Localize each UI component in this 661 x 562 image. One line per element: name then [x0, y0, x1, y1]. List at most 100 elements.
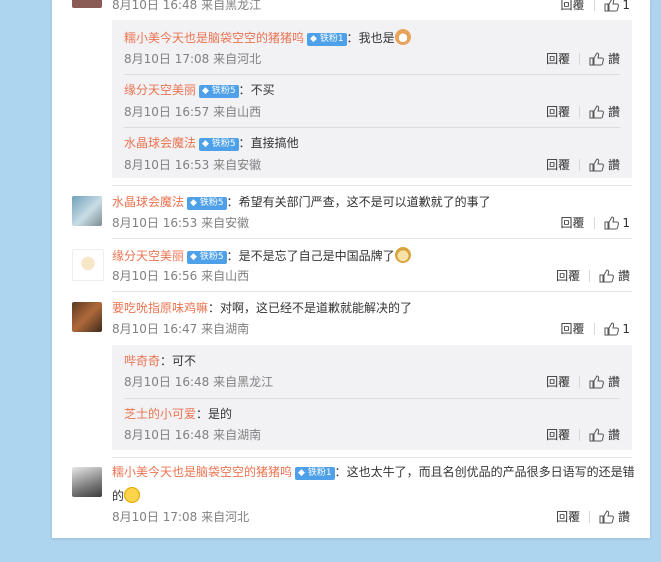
- like-button[interactable]: 讚: [589, 52, 620, 66]
- commenter-avatar[interactable]: [72, 196, 102, 226]
- reply-button[interactable]: 回覆: [546, 105, 570, 119]
- reply-button[interactable]: 回覆: [546, 52, 570, 66]
- comment-item: 水晶球会魔法 ◆ 铁粉5 ：希望有关部门严查，这不是可以道歉就了的事了: [112, 194, 491, 210]
- colon: ：: [160, 354, 173, 368]
- like-button[interactable]: 讚: [589, 428, 620, 442]
- reply-button[interactable]: 回覆: [561, 216, 585, 230]
- reply-text: 我也是: [358, 31, 395, 45]
- comment-item: 糯小美今天也是脑袋空空的猪猪呜 ◆ 铁粉1 ：这也太牛了，而且名创优品的产品很多日语…: [112, 464, 635, 480]
- fan-badge-label: 铁粉1: [319, 34, 344, 44]
- like-button[interactable]: 1: [604, 322, 630, 336]
- fan-badge: ◆ 铁粉5: [199, 138, 239, 151]
- comment-actions: 回覆 1: [561, 215, 630, 231]
- comment-meta: 8月10日 16:48 来自黑龙江: [112, 0, 261, 13]
- comment-meta: 8月10日 16:53 来自安徽: [112, 215, 249, 231]
- reply-meta: 8月10日 16:57 来自山西: [124, 104, 261, 120]
- like-button[interactable]: 讚: [589, 158, 620, 172]
- commenter-avatar[interactable]: [72, 249, 104, 281]
- reply-item: 糯小美今天也是脑袋空空的猪猪呜 ◆ 铁粉1 ：我也是: [124, 29, 411, 46]
- comment-actions: 回覆 1: [561, 0, 630, 13]
- divider: [112, 457, 632, 458]
- reply-button[interactable]: 回覆: [561, 322, 585, 336]
- thumbs-up-icon: [599, 510, 615, 524]
- reply-author[interactable]: 哔奇奇: [124, 354, 160, 368]
- fan-badge-label: 铁粉5: [199, 198, 224, 208]
- like-label: 讚: [607, 105, 620, 119]
- doge-emoji-icon: [394, 247, 411, 263]
- comment-meta: 8月10日 16:47 来自湖南: [112, 321, 249, 337]
- reply-button[interactable]: 回覆: [546, 428, 570, 442]
- commenter-avatar[interactable]: [72, 0, 102, 8]
- like-label: 讚: [617, 269, 630, 283]
- reply-button[interactable]: 回覆: [556, 510, 580, 524]
- thumbs-up-icon: [599, 269, 615, 283]
- comment-text: 对啊，这已经不是道歉就能解决的了: [220, 301, 413, 315]
- comment-author[interactable]: 要吃吮指原味鸡嘛: [112, 301, 208, 315]
- colon: ：: [238, 136, 251, 150]
- reply-meta: 8月10日 16:53 来自安徽: [124, 157, 261, 173]
- reply-button[interactable]: 回覆: [546, 158, 570, 172]
- reply-button[interactable]: 回覆: [561, 0, 585, 12]
- reply-author[interactable]: 糯小美今天也是脑袋空空的猪猪呜: [124, 31, 304, 45]
- divider: [124, 398, 620, 399]
- thumbs-up-icon: [604, 216, 619, 230]
- fan-badge-label: 铁粉5: [211, 86, 236, 96]
- like-button[interactable]: 1: [604, 0, 630, 12]
- like-count: 1: [622, 216, 630, 230]
- reply-item: 缘分天空美丽 ◆ 铁粉5 ：不买: [124, 82, 275, 98]
- comment-origin: 来自山西: [201, 269, 250, 283]
- reply-time: 8月10日 17:08: [124, 52, 210, 66]
- colon: ：: [334, 465, 347, 479]
- reply-button[interactable]: 回覆: [546, 375, 570, 389]
- comment-author[interactable]: 水晶球会魔法: [112, 195, 184, 209]
- reply-origin: 来自河北: [213, 52, 262, 66]
- reply-author[interactable]: 缘分天空美丽: [124, 83, 196, 97]
- reply-list: 糯小美今天也是脑袋空空的猪猪呜 ◆ 铁粉1 ：我也是 8月10日 17:08 来自河…: [112, 20, 632, 178]
- divider: [124, 74, 620, 75]
- comment-actions: 回覆 讚: [556, 268, 630, 284]
- like-button[interactable]: 1: [604, 216, 630, 230]
- comment-item: 缘分天空美丽 ◆ 铁粉5 ：是不是忘了自己是中国品牌了: [112, 247, 411, 264]
- reply-author[interactable]: 芝士的小可爱: [124, 407, 196, 421]
- commenter-avatar[interactable]: [72, 302, 102, 332]
- thumbs-up-icon: [589, 158, 605, 172]
- comment-text: 的: [112, 489, 125, 503]
- reply-origin: 来自安徽: [213, 158, 262, 172]
- reply-author[interactable]: 水晶球会魔法: [124, 136, 196, 150]
- reply-time: 8月10日 16:48: [124, 375, 210, 389]
- colon: ：: [226, 195, 239, 209]
- colon: ：: [238, 83, 251, 97]
- reply-item: 水晶球会魔法 ◆ 铁粉5 ：直接搞他: [124, 135, 299, 151]
- commenter-avatar[interactable]: [72, 467, 102, 497]
- thumbs-up-icon: [604, 322, 619, 336]
- reply-actions: 回覆 讚: [546, 374, 620, 390]
- thumbs-up-icon: [589, 375, 605, 389]
- reply-actions: 回覆 讚: [546, 157, 620, 173]
- comment-author[interactable]: 缘分天空美丽: [112, 249, 184, 263]
- reply-time: 8月10日 16:48: [124, 428, 210, 442]
- like-button[interactable]: 讚: [599, 269, 630, 283]
- fan-badge-label: 铁粉1: [307, 468, 332, 478]
- reply-button[interactable]: 回覆: [556, 269, 580, 283]
- reply-meta: 8月10日 16:48 来自黑龙江: [124, 374, 273, 390]
- reply-origin: 来自湖南: [213, 428, 262, 442]
- reply-actions: 回覆 讚: [546, 427, 620, 443]
- like-button[interactable]: 讚: [589, 105, 620, 119]
- colon: ：: [208, 301, 221, 315]
- thumbs-up-icon: [589, 52, 605, 66]
- like-button[interactable]: 讚: [589, 375, 620, 389]
- reply-origin: 来自黑龙江: [213, 375, 274, 389]
- colon: ：: [346, 31, 359, 45]
- comment-actions: 回覆 讚: [556, 509, 630, 525]
- reply-meta: 8月10日 16:48 来自湖南: [124, 427, 261, 443]
- comment-author[interactable]: 糯小美今天也是脑袋空空的猪猪呜: [112, 465, 292, 479]
- comment-meta: 8月10日 16:56 来自山西: [112, 268, 249, 284]
- comment-origin: 来自河北: [201, 510, 250, 524]
- divider: [112, 291, 632, 292]
- comment-time: 8月10日 16:53: [112, 216, 198, 230]
- comment-time: 8月10日 17:08: [112, 510, 198, 524]
- cat-emoji-icon: [394, 29, 411, 45]
- like-button[interactable]: 讚: [599, 510, 630, 524]
- like-label: 讚: [607, 375, 620, 389]
- colon: ：: [196, 407, 209, 421]
